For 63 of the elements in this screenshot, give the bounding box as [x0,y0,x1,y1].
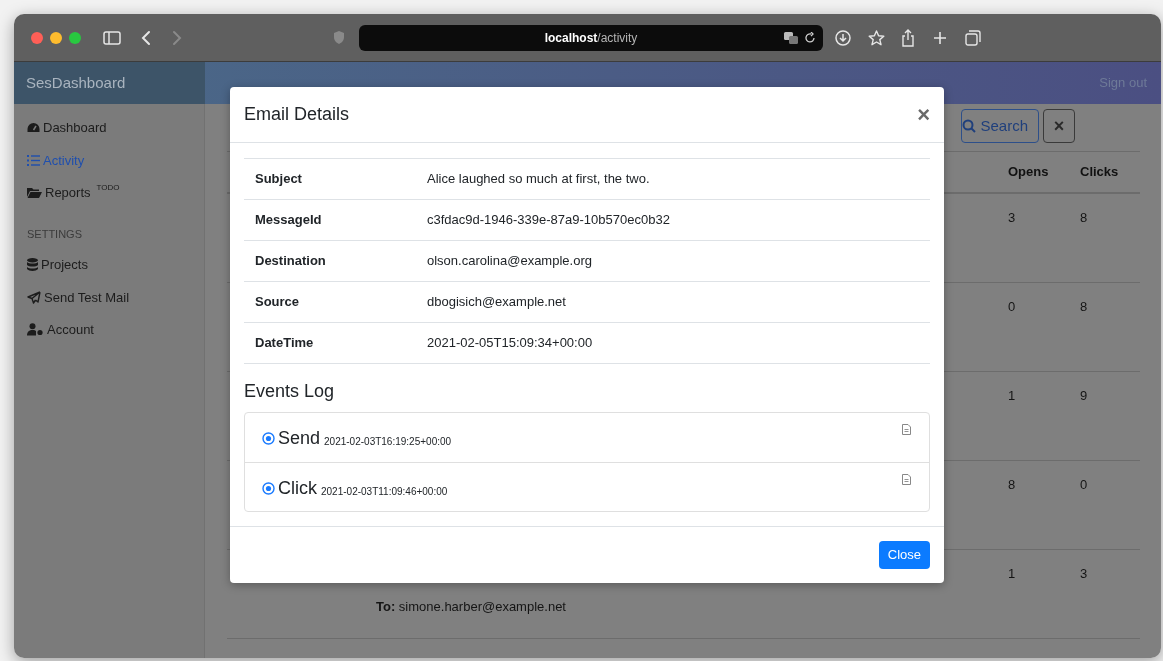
paper-plane-icon [27,290,41,304]
event-time: 2021-02-03T11:09:46+00:00 [321,485,448,499]
table-cell-text: 1 [1008,387,1017,405]
table-cell-text: 8 [1080,209,1089,227]
folder-icon [27,187,42,199]
field-value: c3fdac9d-1946-339e-87a9-10b570ec0b32 [427,211,670,230]
tabs-overview-icon[interactable] [965,29,981,46]
list-icon [27,154,40,166]
document-icon[interactable] [902,474,911,485]
field-label: Destination [254,252,327,271]
table-cell-text: 8 [1008,476,1017,494]
table-cell-text: 1 [1008,565,1017,583]
gauge-icon [27,121,40,134]
field-value: dbogisich@example.net [427,293,566,312]
star-icon[interactable] [868,29,885,46]
close-button[interactable]: Close [878,541,930,569]
table-cell-text: 3 [1080,565,1089,583]
search-icon [962,119,977,133]
field-value: 2021-02-05T15:09:34+00:00 [427,334,593,353]
minimize-window-button[interactable] [50,31,62,44]
shield-icon [333,30,345,45]
field-label: DateTime [254,334,315,353]
column-header: Clicks [1080,163,1120,182]
sidebar-item[interactable]: Account [27,320,204,340]
sidebar-item[interactable]: Reports $^{TODO}$ [27,183,204,203]
event-name: Send [278,428,321,448]
back-icon[interactable] [141,29,151,46]
modal-title: Email Details [244,103,350,126]
sidebar-item[interactable]: Projects [27,255,204,275]
clear-button[interactable]: × [1043,109,1075,143]
search-button[interactable]: Search [961,109,1039,143]
table-cell-text: 9 [1080,387,1089,405]
table-cell-text: 0 [1008,298,1017,316]
translate-icon[interactable] [783,30,799,45]
download-icon[interactable] [835,29,851,46]
sidebar-item[interactable]: Send Test Mail [27,287,204,307]
user-gear-icon [27,323,44,337]
table-cell-text: 8 [1080,298,1089,316]
share-icon[interactable] [901,28,915,47]
field-label: MessageId [254,211,323,230]
recipient-text: To: simone.harber@example.net [376,598,566,616]
field-value: olson.carolina@example.org [427,252,592,271]
sidebar-toggle-icon[interactable] [103,30,121,45]
new-tab-icon[interactable] [933,30,947,45]
document-icon[interactable] [902,424,911,435]
reload-icon[interactable] [805,31,816,44]
radio-dot-icon [262,482,275,495]
field-label: Subject [254,170,303,189]
field-label: Source [254,293,301,312]
event-name: Click [278,478,317,498]
zoom-window-button[interactable] [69,31,81,44]
close-button[interactable]: × [917,103,930,126]
radio-dot-icon [262,432,275,445]
section-heading: Events Log [244,380,336,403]
field-value: Alice laughed so much at first, the two. [427,170,650,189]
address-bar[interactable]: localhost/activity [359,24,823,51]
database-icon [27,258,38,272]
sidebar-item[interactable]: Dashboard [27,118,204,138]
column-header: Opens [1008,163,1050,182]
table-cell-text: 3 [1008,209,1017,227]
section-heading: SETTINGS [27,226,83,242]
table-cell-text: 0 [1080,476,1089,494]
event-time: 2021-02-03T16:19:25+00:00 [324,435,452,449]
